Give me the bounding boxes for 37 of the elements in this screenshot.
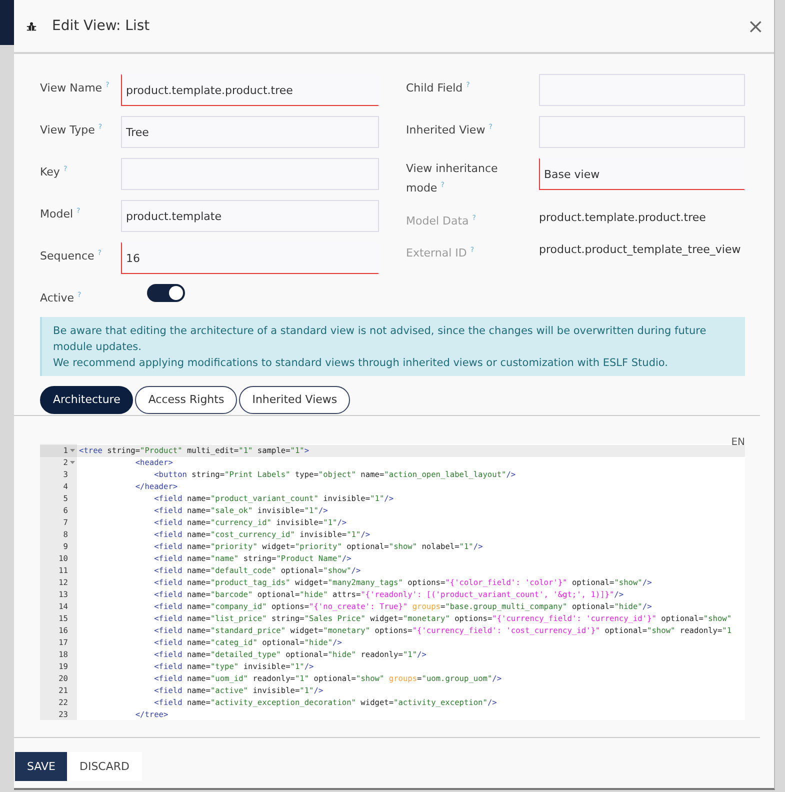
input-field[interactable]: Base view: [539, 158, 745, 190]
close-button[interactable]: ×: [739, 16, 772, 36]
dialog-title: Edit View: List: [52, 18, 151, 34]
field-label: Model Data $^{?}$: [406, 212, 478, 230]
alert-text: Be aware that editing the architecture of a standard view is not advised, since the changes will be overwritten during future module updates.: [53, 324, 708, 355]
field-label: View Type $^{?}$: [40, 122, 104, 139]
fold-icon[interactable]: [70, 448, 75, 454]
field-label: Child Field $^{?}$: [406, 80, 471, 97]
discard-button[interactable]: DISCARD: [67, 752, 142, 781]
bug-icon: [26, 20, 37, 32]
save-button[interactable]: SAVE: [15, 752, 68, 781]
input-field[interactable]: [121, 158, 379, 190]
field-value: product.template.product.tree: [539, 210, 707, 226]
toggle-switch[interactable]: [147, 284, 185, 302]
input-field[interactable]: Tree: [121, 116, 379, 148]
tab[interactable]: Architecture: [40, 386, 134, 414]
page-background: [0, 0, 14, 45]
field-label: Active $^{?}$: [40, 290, 82, 307]
field-label: Key $^{?}$: [40, 164, 68, 181]
field-label: Sequence $^{?}$: [40, 248, 102, 265]
input-field[interactable]: product.template.product.tree: [121, 74, 379, 106]
field-label: View Name $^{?}$: [40, 80, 110, 97]
input-field[interactable]: product.template: [121, 200, 379, 232]
alert-text: We recommend applying modifications to standard views through inherited views or customization with ESLF Studio.: [53, 356, 669, 371]
tab[interactable]: Inherited Views: [239, 386, 350, 414]
code-editor[interactable]: [40, 444, 745, 720]
field-value: product.product_template_tree_view: [539, 242, 742, 258]
fold-icon[interactable]: [70, 460, 75, 466]
input-field[interactable]: [539, 74, 745, 106]
tab[interactable]: Access Rights: [135, 386, 238, 414]
field-label: External ID $^{?}$: [406, 245, 476, 262]
field-label: Inherited View $^{?}$: [406, 122, 494, 139]
input-field[interactable]: 16: [121, 242, 379, 274]
field-label: Model $^{?}$: [40, 206, 82, 223]
language-label: EN: [731, 436, 745, 448]
field-label: View inheritance mode $^{?}$: [406, 161, 499, 197]
input-field[interactable]: [539, 116, 745, 148]
